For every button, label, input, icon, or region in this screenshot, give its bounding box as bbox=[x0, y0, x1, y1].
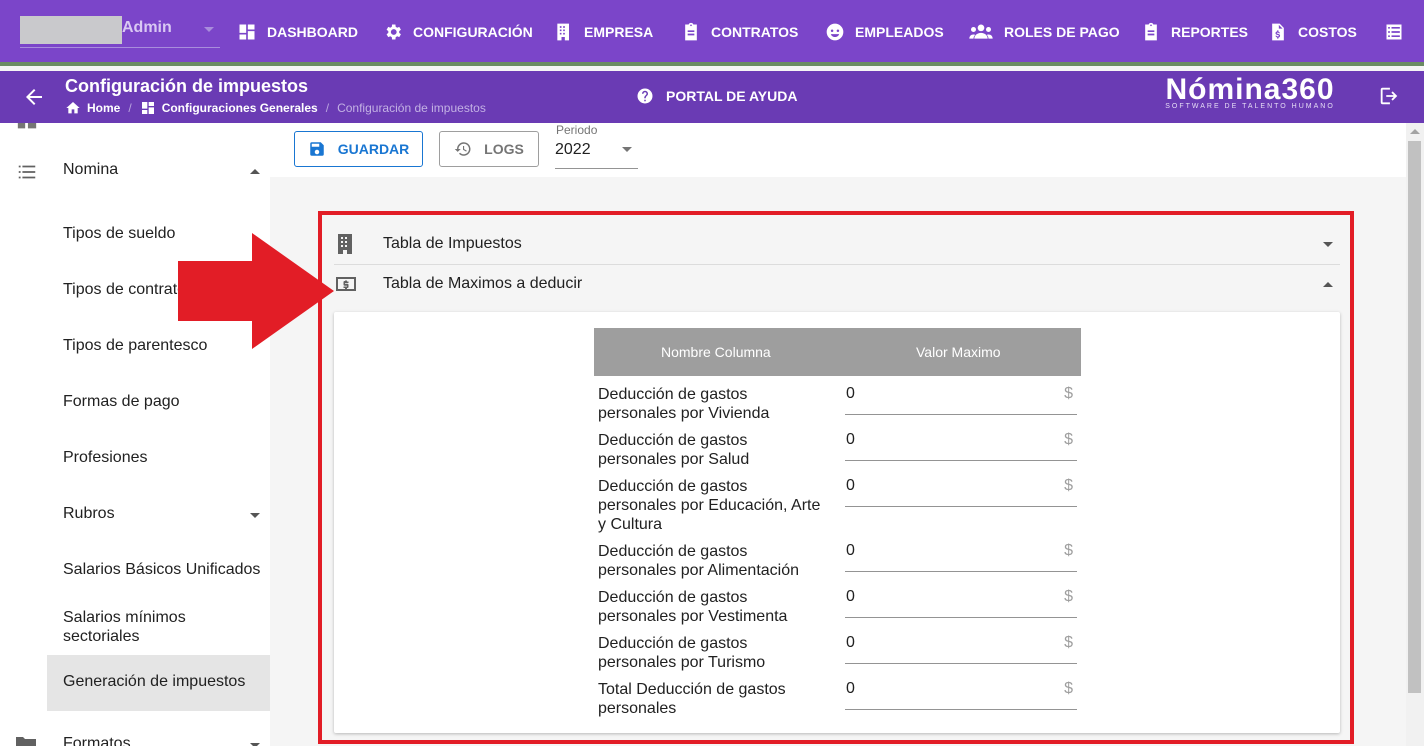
nav-reportes-label: REPORTES bbox=[1171, 24, 1249, 40]
page-scrollbar[interactable] bbox=[1406, 123, 1424, 746]
user-select[interactable]: Admin bbox=[20, 14, 220, 48]
nav-empleados-label: EMPLEADOS bbox=[855, 24, 944, 40]
help-portal-label: PORTAL DE AYUDA bbox=[666, 88, 798, 104]
sidebar-item-label: Rubros bbox=[63, 505, 115, 522]
nav-configuracion[interactable]: CONFIGURACIÓN bbox=[383, 20, 533, 44]
periodo-value: 2022 bbox=[555, 141, 591, 158]
nav-configuracion-label: CONFIGURACIÓN bbox=[413, 24, 533, 40]
breadcrumb-home[interactable]: Home bbox=[87, 101, 120, 115]
scrollbar-thumb[interactable] bbox=[1408, 141, 1421, 693]
sidebar-item-label: Formas de pago bbox=[63, 393, 180, 410]
face-icon bbox=[826, 23, 844, 41]
pointer-arrow-icon bbox=[178, 233, 334, 349]
nav-dashboard-label: DASHBOARD bbox=[267, 24, 358, 40]
brand-tagline: SOFTWARE DE TALENTO HUMANO bbox=[1165, 103, 1335, 110]
nav-more[interactable] bbox=[1384, 20, 1414, 44]
chevron-up-icon bbox=[250, 169, 260, 174]
chevron-down-icon bbox=[204, 27, 214, 32]
nav-empresa-label: EMPRESA bbox=[584, 24, 654, 40]
nav-contratos[interactable]: CONTRATOS bbox=[681, 20, 798, 44]
sidebar-item-label: Generación de impuestos bbox=[63, 673, 246, 690]
sidebar: Nomina Tipos de sueldo Tipos de contrato… bbox=[0, 123, 270, 746]
nav-empleados[interactable]: EMPLEADOS bbox=[825, 20, 944, 44]
top-nav: Admin DASHBOARD CONFIGURACIÓN EMPRESA CO… bbox=[0, 0, 1424, 66]
gear-icon bbox=[386, 24, 401, 40]
sidebar-item-rubros[interactable]: Rubros bbox=[0, 505, 270, 529]
toolbar: GUARDAR LOGS Periodo 2022 bbox=[270, 123, 1406, 177]
sidebar-section-formatos[interactable]: Formatos bbox=[0, 735, 270, 746]
cost-file-icon bbox=[1272, 23, 1284, 41]
sidebar-item-label: Salarios Básicos Unificados bbox=[63, 561, 261, 578]
nav-costos-label: COSTOS bbox=[1298, 24, 1357, 40]
scroll-up-icon[interactable] bbox=[1410, 129, 1420, 134]
logs-button-label: LOGS bbox=[484, 141, 524, 157]
brand-name: Nómina360 bbox=[1165, 73, 1335, 106]
nav-contratos-label: CONTRATOS bbox=[711, 24, 799, 40]
highlight-box bbox=[318, 211, 1354, 744]
nav-reportes[interactable]: REPORTES bbox=[1141, 20, 1248, 44]
back-arrow-icon[interactable] bbox=[22, 85, 46, 109]
sidebar-section-label: Formatos bbox=[63, 735, 131, 746]
clipboard-icon bbox=[1145, 22, 1157, 41]
nav-stripe bbox=[0, 62, 1424, 66]
sidebar-item-formas-pago[interactable]: Formas de pago bbox=[0, 393, 270, 417]
sidebar-item-label: Profesiones bbox=[63, 449, 148, 466]
folder-icon bbox=[16, 737, 36, 746]
breadcrumb: Home / Configuraciones Generales / Confi… bbox=[65, 100, 486, 116]
help-icon bbox=[637, 88, 653, 104]
help-portal-link[interactable]: PORTAL DE AYUDA bbox=[636, 87, 797, 105]
periodo-select[interactable]: Periodo 2022 bbox=[555, 123, 638, 169]
list-alt-icon bbox=[1386, 24, 1402, 40]
sidebar-item-salarios-basicos[interactable]: Salarios Básicos Unificados bbox=[0, 561, 270, 585]
sidebar-item-salarios-minimos[interactable]: Salarios mínimos sectoriales bbox=[0, 608, 270, 648]
page-title: Configuración de impuestos bbox=[65, 76, 309, 96]
redacted-username bbox=[20, 16, 122, 44]
sidebar-section-label: Nomina bbox=[63, 161, 119, 178]
save-button[interactable]: GUARDAR bbox=[294, 131, 423, 167]
building-icon bbox=[17, 123, 37, 129]
nav-roles-label: ROLES DE PAGO bbox=[1004, 24, 1120, 40]
building-icon bbox=[557, 23, 569, 41]
logs-button[interactable]: LOGS bbox=[439, 131, 539, 167]
history-icon bbox=[454, 142, 471, 156]
user-name: Admin bbox=[122, 19, 172, 36]
breadcrumb-separator: / bbox=[325, 101, 330, 115]
group-icon bbox=[969, 24, 993, 39]
save-icon bbox=[309, 142, 324, 156]
nav-roles-de-pago[interactable]: ROLES DE PAGO bbox=[968, 20, 1120, 44]
chevron-down-icon bbox=[622, 147, 632, 152]
sidebar-item-profesiones[interactable]: Profesiones bbox=[0, 449, 270, 473]
save-button-label: GUARDAR bbox=[337, 141, 410, 157]
dashboard-icon bbox=[141, 102, 154, 114]
breadcrumb-separator: / bbox=[128, 101, 132, 115]
breadcrumb-configuraciones[interactable]: Configuraciones Generales bbox=[162, 101, 318, 115]
breadcrumb-current: Configuración de impuestos bbox=[337, 101, 486, 115]
chevron-down-icon bbox=[250, 513, 260, 518]
sidebar-item-label: Tipos de sueldo bbox=[63, 225, 176, 242]
brand-logo: Nómina360 SOFTWARE DE TALENTO HUMANO bbox=[1160, 73, 1340, 110]
sidebar-item-label: Salarios mínimos sectoriales bbox=[63, 609, 186, 645]
sidebar-item-generacion-impuestos[interactable]: Generación de impuestos bbox=[0, 673, 270, 697]
dashboard-icon bbox=[239, 24, 255, 40]
page-header: Configuración de impuestos Home / Config… bbox=[0, 71, 1424, 123]
sidebar-section-nomina[interactable]: Nomina bbox=[0, 161, 270, 185]
clipboard-icon bbox=[685, 22, 697, 41]
list-icon bbox=[18, 165, 36, 179]
logout-icon[interactable] bbox=[1378, 85, 1400, 107]
home-icon bbox=[66, 102, 80, 114]
nav-costos[interactable]: COSTOS bbox=[1268, 20, 1357, 44]
nav-dashboard[interactable]: DASHBOARD bbox=[237, 20, 358, 44]
sidebar-item-label: Tipos de contrato bbox=[63, 281, 187, 298]
periodo-label: Periodo bbox=[556, 123, 598, 137]
nav-empresa[interactable]: EMPRESA bbox=[554, 20, 653, 44]
